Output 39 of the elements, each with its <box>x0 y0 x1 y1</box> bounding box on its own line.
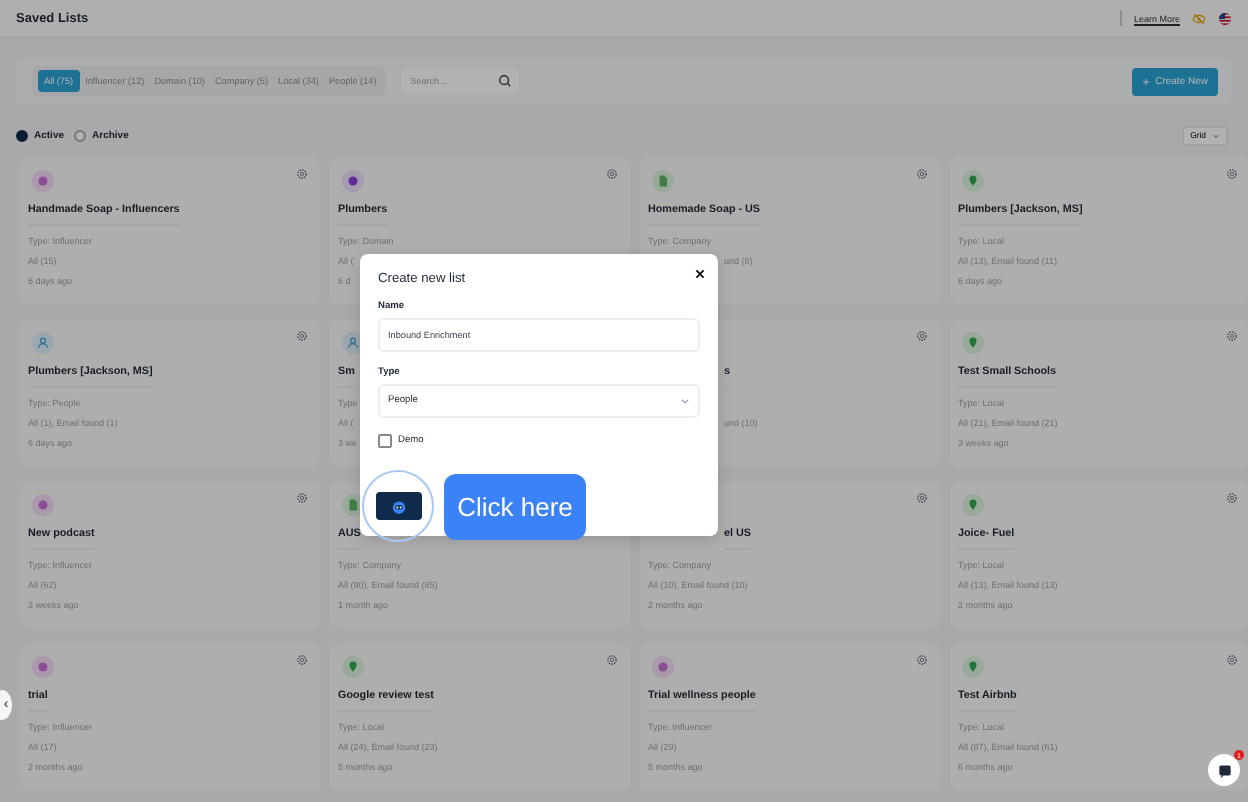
settings-icon[interactable] <box>296 492 308 504</box>
checkbox[interactable] <box>378 434 392 448</box>
settings-icon[interactable] <box>1226 168 1238 180</box>
settings-icon[interactable] <box>296 654 308 666</box>
document-icon <box>652 170 674 192</box>
radio-button[interactable] <box>16 129 28 141</box>
settings-icon[interactable] <box>916 330 928 342</box>
eye-off-icon[interactable] <box>1192 11 1206 25</box>
settings-icon[interactable] <box>296 330 308 342</box>
settings-icon[interactable] <box>606 168 618 180</box>
pin-icon <box>962 170 984 192</box>
settings-icon[interactable] <box>1226 654 1238 666</box>
pin-icon <box>962 656 984 678</box>
badge-icon <box>342 170 364 192</box>
settings-icon[interactable] <box>916 168 928 180</box>
bot-button[interactable] <box>376 492 422 520</box>
chevron-icon <box>680 396 690 406</box>
settings-icon[interactable] <box>296 168 308 180</box>
badge-icon <box>32 656 54 678</box>
chevron-icon <box>1212 131 1220 139</box>
settings-icon[interactable] <box>1226 330 1238 342</box>
pin-icon <box>342 656 364 678</box>
pin-icon <box>962 332 984 354</box>
badge-icon <box>652 656 674 678</box>
settings-icon[interactable] <box>606 654 618 666</box>
pin-icon <box>962 494 984 516</box>
settings-icon[interactable] <box>916 654 928 666</box>
flag-icon[interactable] <box>1218 11 1232 25</box>
chat-icon <box>1215 761 1233 779</box>
search-icon[interactable] <box>498 74 513 88</box>
close-icon[interactable] <box>694 268 706 280</box>
plus-icon <box>1141 77 1150 85</box>
click-here-tooltip: Click here <box>444 474 586 540</box>
badge-icon <box>32 170 54 192</box>
person-icon <box>32 332 54 354</box>
radio-button[interactable] <box>74 129 87 141</box>
settings-icon[interactable] <box>916 492 928 504</box>
settings-icon[interactable] <box>1226 492 1238 504</box>
badge-icon <box>32 494 54 516</box>
